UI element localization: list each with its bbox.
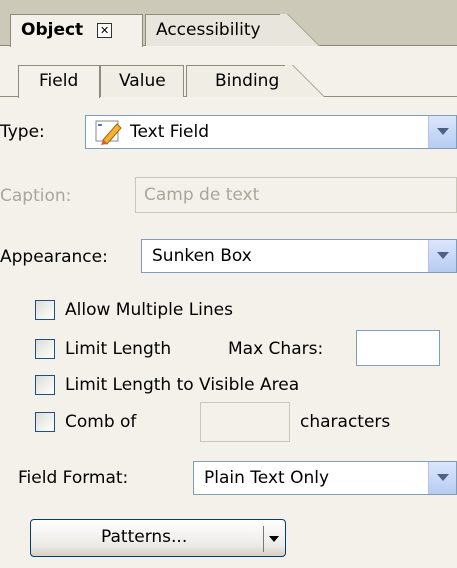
outer-tab-strip: Object ✕ Accessibility: [0, 0, 457, 47]
appearance-select[interactable]: Sunken Box: [141, 239, 457, 273]
tab-object[interactable]: Object ✕: [10, 14, 143, 47]
patterns-button-label: Patterns...: [101, 527, 188, 547]
type-select[interactable]: Text Field: [85, 115, 457, 149]
tab-field-label: Field: [39, 71, 79, 91]
type-label: Type:: [0, 122, 45, 142]
caption-field: Camp de text: [135, 177, 457, 213]
patterns-button[interactable]: Patterns...: [30, 519, 286, 557]
comb-suffix-label: characters: [300, 412, 391, 432]
chevron-down-icon[interactable]: [428, 240, 456, 272]
tab-accessibility[interactable]: Accessibility: [145, 14, 281, 46]
type-value: Text Field: [130, 122, 210, 142]
limit-length-label: Limit Length: [65, 339, 172, 359]
comb-of-checkbox[interactable]: [35, 412, 55, 432]
limit-length-visible-checkbox[interactable]: [35, 375, 55, 395]
split-divider: [263, 526, 264, 552]
tab-edge: [280, 14, 320, 46]
comb-count-field: [200, 402, 290, 442]
appearance-value: Sunken Box: [152, 246, 252, 266]
caption-value: Camp de text: [144, 185, 260, 205]
dropdown-arrow-icon[interactable]: [269, 536, 279, 542]
close-icon[interactable]: ✕: [97, 23, 113, 38]
allow-multiple-lines-label: Allow Multiple Lines: [65, 300, 233, 320]
object-palette: Object ✕ Accessibility Field Value Bindi…: [0, 0, 457, 568]
comb-of-label: Comb of: [65, 412, 137, 432]
allow-multiple-lines-checkbox[interactable]: [35, 300, 55, 320]
tab-edge: [285, 65, 325, 97]
tab-field[interactable]: Field: [18, 65, 100, 98]
tab-value-label: Value: [119, 71, 166, 91]
appearance-label: Appearance:: [0, 247, 108, 267]
tab-value[interactable]: Value: [100, 65, 184, 97]
tab-binding[interactable]: Binding: [186, 65, 286, 97]
tab-binding-label: Binding: [215, 71, 280, 91]
inner-tab-strip: Field Value Binding: [0, 57, 457, 98]
tab-object-label: Object: [21, 20, 84, 40]
chevron-down-icon[interactable]: [428, 116, 456, 148]
field-format-select[interactable]: Plain Text Only: [193, 461, 457, 495]
limit-length-checkbox[interactable]: [35, 339, 55, 359]
max-chars-label: Max Chars:: [228, 339, 324, 359]
field-format-value: Plain Text Only: [204, 468, 330, 488]
limit-length-visible-label: Limit Length to Visible Area: [65, 375, 300, 395]
caption-label: Caption:: [0, 186, 72, 206]
text-field-icon: [95, 120, 122, 145]
max-chars-field[interactable]: [356, 330, 440, 366]
chevron-down-icon[interactable]: [428, 462, 456, 494]
field-format-label: Field Format:: [18, 468, 129, 488]
tab-accessibility-label: Accessibility: [156, 20, 261, 40]
